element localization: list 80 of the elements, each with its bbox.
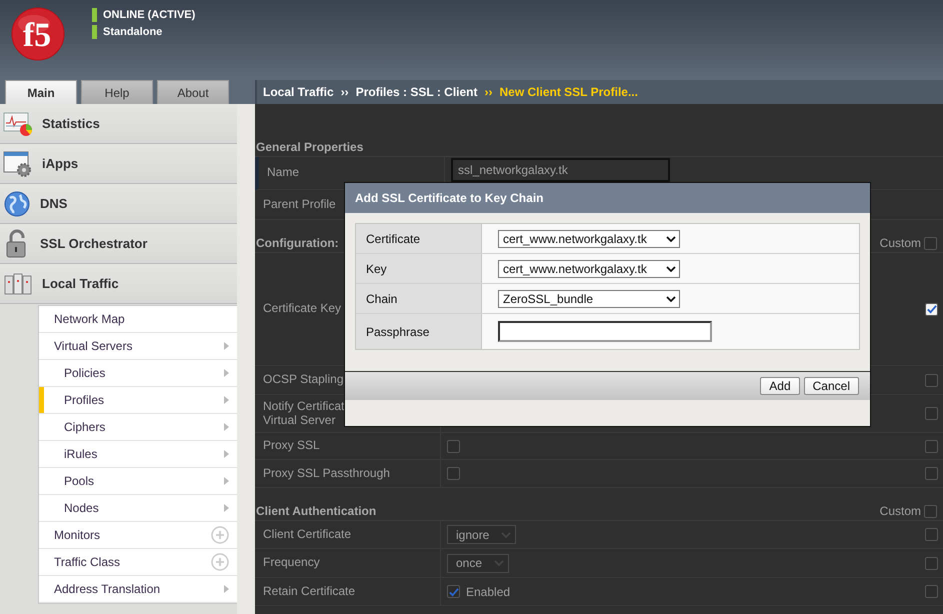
field-label: OCSP Stapling xyxy=(263,373,344,387)
checkbox[interactable] xyxy=(925,302,938,316)
checkbox[interactable] xyxy=(924,504,937,518)
select-field[interactable]: ignore xyxy=(447,525,516,544)
add-icon[interactable] xyxy=(211,526,229,544)
dialog-button[interactable]: Cancel xyxy=(804,377,859,395)
checkbox[interactable] xyxy=(925,467,938,480)
field-label: Proxy SSL xyxy=(263,439,320,453)
checkbox[interactable] xyxy=(925,556,938,570)
checkbox[interactable] xyxy=(925,528,938,541)
select-field[interactable]: ZeroSSL_bundle xyxy=(498,290,680,308)
checkbox[interactable] xyxy=(924,236,937,250)
nav-item[interactable]: Statistics xyxy=(0,104,237,144)
breadcrumb-item: Profiles : SSL : Client xyxy=(356,85,478,99)
checkbox-label: Enabled xyxy=(466,584,510,598)
status-text: Standalone xyxy=(103,26,162,38)
dialog-button[interactable]: Add xyxy=(760,377,800,395)
caret-icon xyxy=(501,532,512,538)
arrow-icon xyxy=(224,369,229,377)
dialog-title: Add SSL Certificate to Key Chain xyxy=(345,183,870,213)
checkbox[interactable] xyxy=(925,407,938,420)
field-label: Certificate Key xyxy=(263,302,342,316)
add-icon[interactable] xyxy=(211,553,229,571)
nav-item[interactable]: Local Traffic xyxy=(0,264,237,304)
passphrase-field[interactable] xyxy=(498,321,712,342)
breadcrumb-item: ›› xyxy=(340,85,349,99)
nav-icon xyxy=(3,190,31,218)
select-field[interactable]: cert_www.networkgalaxy.tk xyxy=(498,260,680,278)
arrow-icon xyxy=(224,585,229,593)
field-label: Notify Certificat Virtual Server xyxy=(263,400,344,428)
submenu-item[interactable]: Traffic Class xyxy=(39,549,237,576)
select-field[interactable]: cert_www.networkgalaxy.tk xyxy=(498,230,680,248)
breadcrumb-item: Local Traffic xyxy=(263,85,334,99)
caret-icon xyxy=(666,236,676,242)
field-label: Parent Profile xyxy=(263,198,336,212)
caret-icon xyxy=(494,560,504,566)
field-label: Key xyxy=(356,254,482,283)
field-label: Proxy SSL Passthrough xyxy=(263,466,390,480)
section-title: Client Authentication xyxy=(256,504,376,518)
breadcrumb-item: ›› xyxy=(484,85,492,99)
field-label: Retain Certificate xyxy=(263,584,356,598)
arrow-icon xyxy=(224,450,229,458)
caret-icon xyxy=(666,266,676,272)
field-label: Chain xyxy=(356,284,482,313)
arrow-icon xyxy=(224,396,229,404)
checkbox[interactable] xyxy=(447,467,460,480)
checkbox[interactable] xyxy=(925,374,938,386)
arrow-icon xyxy=(224,504,229,512)
arrow-icon xyxy=(224,423,229,431)
checkbox[interactable] xyxy=(925,585,938,598)
field-label: Frequency xyxy=(263,556,320,570)
nav-item[interactable]: SSL Orchestrator xyxy=(0,224,237,264)
caret-icon xyxy=(666,296,676,302)
field-label: Client Certificate xyxy=(263,528,352,542)
custom-label: Custom xyxy=(880,504,921,518)
nav-icon xyxy=(3,110,33,136)
tab[interactable]: Help xyxy=(81,80,153,104)
tab[interactable]: Main xyxy=(5,80,77,104)
section-title: General Properties xyxy=(256,140,364,154)
breadcrumb-item: New Client SSL Profile... xyxy=(500,85,638,99)
section-title: Configuration: xyxy=(256,236,339,250)
checkbox[interactable] xyxy=(925,440,938,452)
field-label: Name xyxy=(267,166,300,180)
arrow-icon xyxy=(224,342,229,350)
tab[interactable]: About xyxy=(157,80,229,104)
nav-item[interactable]: DNS xyxy=(0,184,237,224)
checkbox[interactable] xyxy=(447,585,460,598)
arrow-icon xyxy=(224,477,229,485)
select-field[interactable]: once xyxy=(447,554,510,572)
nav-item[interactable]: iApps xyxy=(0,144,237,184)
nav-icon xyxy=(3,150,33,178)
submenu-item[interactable]: Monitors xyxy=(39,522,237,549)
field-label: Certificate xyxy=(356,224,482,253)
name-field[interactable]: ssl_networkgalaxy.tk xyxy=(451,158,670,182)
checkbox[interactable] xyxy=(447,440,460,452)
submenu-item[interactable]: Profiles xyxy=(39,387,237,414)
custom-label: Custom xyxy=(880,236,921,250)
logo: f5 xyxy=(10,6,66,62)
field-label: Passphrase xyxy=(356,314,482,349)
status-text: ONLINE (ACTIVE) xyxy=(103,9,196,21)
